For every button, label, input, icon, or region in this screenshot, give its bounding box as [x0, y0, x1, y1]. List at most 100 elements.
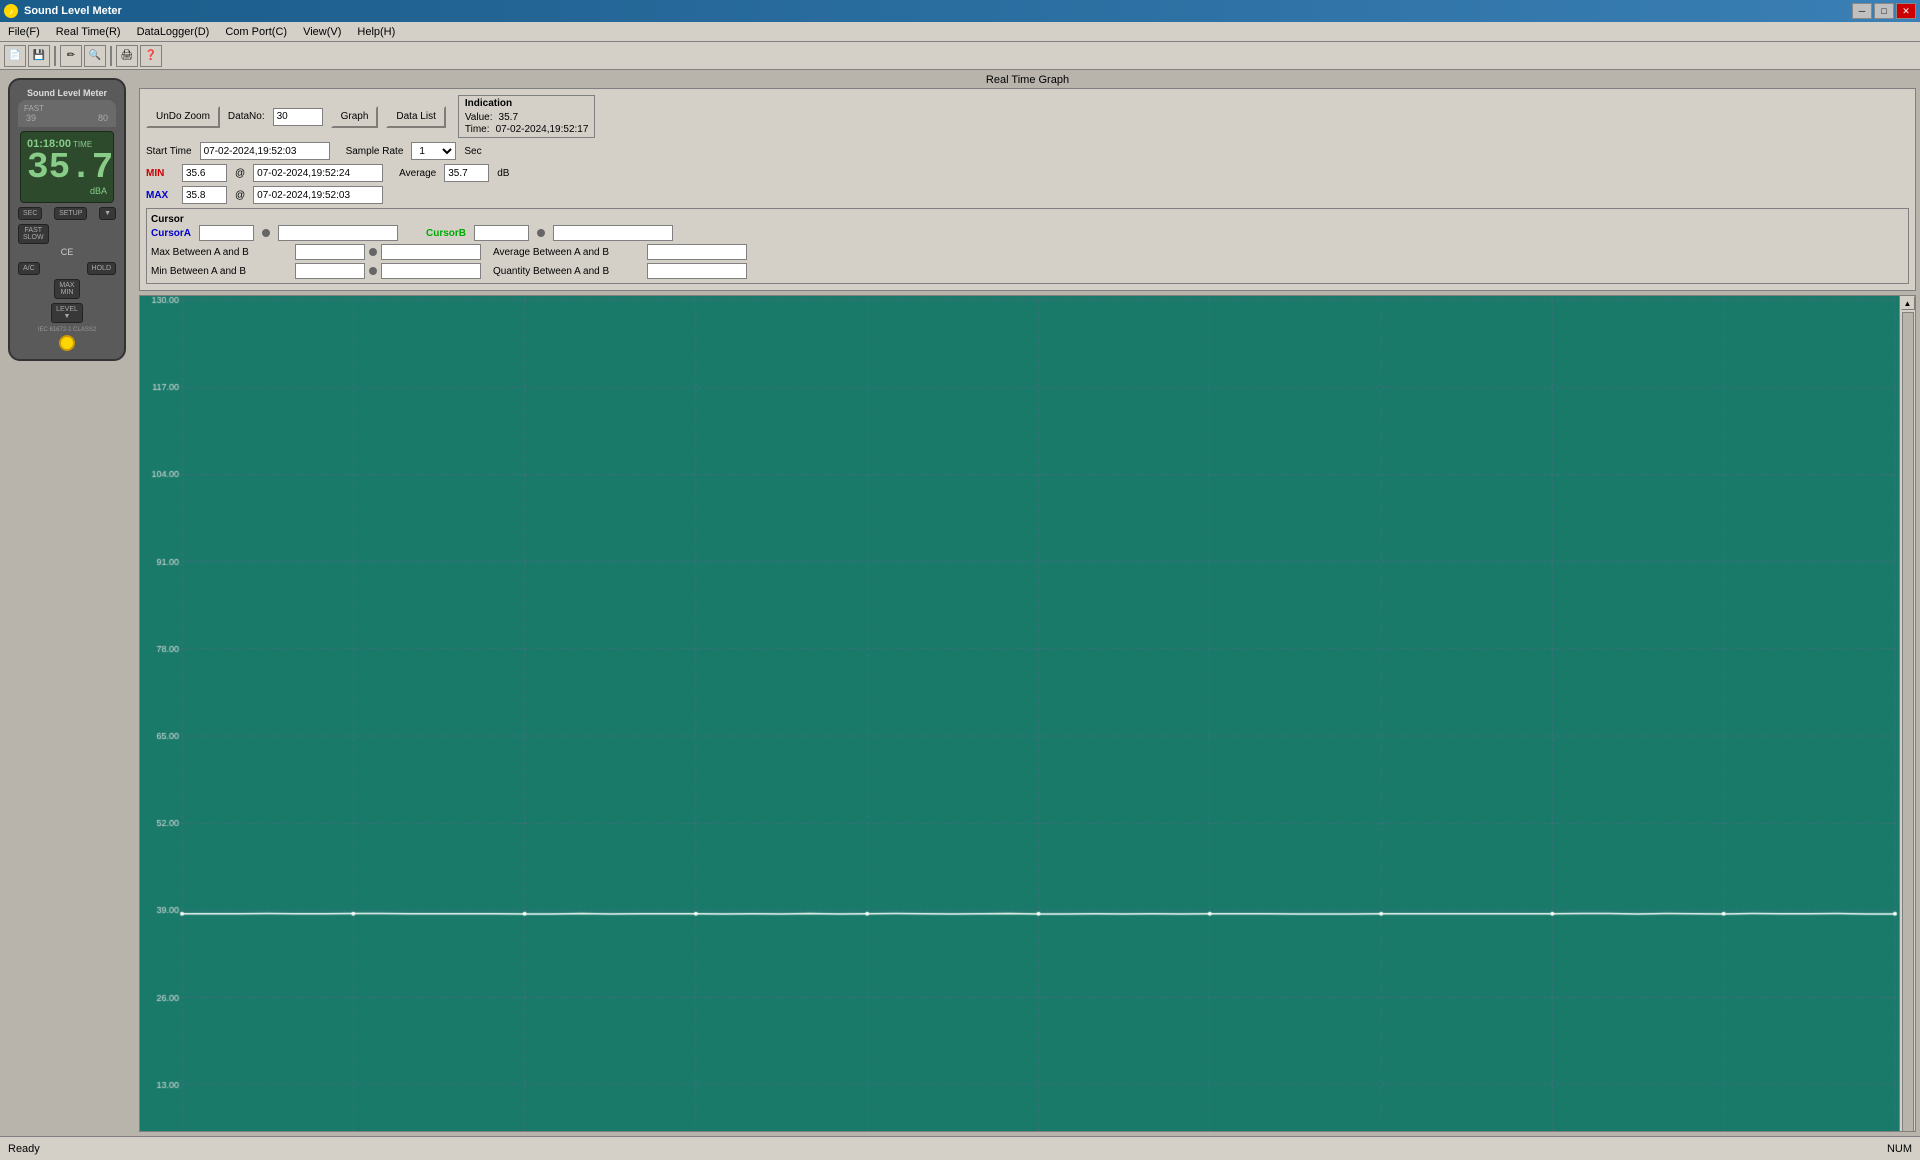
indication-time-row: Time: 07-02-2024,19:52:17	[465, 123, 589, 135]
cursor-row-main: CursorA CursorB	[151, 225, 1904, 241]
control-panel: UnDo Zoom DataNo: Graph Data List Indica…	[139, 88, 1916, 291]
menu-realtime[interactable]: Real Time(R)	[48, 24, 129, 40]
toolbar-edit[interactable]: ✏	[60, 45, 82, 67]
menu-help[interactable]: Help(H)	[349, 24, 403, 40]
graph-area: ▲ ▼ 19:52:03 19:52:09 19:52:15 19:52:21 …	[139, 295, 1916, 1132]
toolbar-new[interactable]: 📄	[4, 45, 26, 67]
close-button[interactable]: ✕	[1896, 3, 1916, 19]
graph-inner	[140, 296, 1899, 1132]
min-between-input[interactable]	[295, 263, 365, 279]
cursor-a-input2[interactable]	[278, 225, 398, 241]
cursor-a-label: CursorA	[151, 228, 191, 239]
datano-label: DataNo:	[228, 111, 265, 122]
device-name-label: Sound Level Meter	[18, 88, 116, 98]
slm-btn-hold[interactable]: HOLD	[87, 262, 116, 275]
right-panel: Real Time Graph UnDo Zoom DataNo: Graph …	[135, 70, 1920, 1136]
cursor-title: Cursor	[151, 214, 184, 225]
slm-power-row	[18, 335, 116, 351]
max-between-label: Max Between A and B	[151, 247, 291, 258]
cursor-a-input1[interactable]	[199, 225, 254, 241]
min-between-label: Min Between A and B	[151, 266, 291, 277]
datano-input[interactable]	[273, 108, 323, 126]
toolbar-print[interactable]: 🖨	[116, 45, 138, 67]
min-between-input2[interactable]	[381, 263, 481, 279]
toolbar-zoom[interactable]: 🔍	[84, 45, 106, 67]
main-content: Sound Level Meter FAST 39 80 01:18:00 TI…	[0, 70, 1920, 1136]
slm-btn-ac[interactable]: A/C	[18, 262, 40, 275]
scrollbar-v[interactable]: ▲ ▼	[1899, 296, 1915, 1132]
cursor-section: Cursor CursorA CursorB Max Between A and…	[146, 208, 1909, 284]
indication-title: Indication	[465, 98, 589, 109]
cursor-b-input2[interactable]	[553, 225, 673, 241]
toolbar-help[interactable]: ❓	[140, 45, 162, 67]
indication-value-label: Value:	[465, 112, 493, 123]
avg-between-label: Average Between A and B	[493, 247, 643, 258]
toolbar-sep1	[54, 46, 56, 66]
menu-comport[interactable]: Com Port(C)	[217, 24, 295, 40]
slm-left-num: 39	[26, 113, 36, 123]
slm-btn-row5: LEVEL▼	[18, 303, 116, 323]
avg-between-input[interactable]	[647, 244, 747, 260]
slm-btn-blank[interactable]: ▼	[99, 207, 116, 220]
slm-power-btn[interactable]	[59, 335, 75, 351]
start-time-label: Start Time	[146, 146, 192, 157]
graph-button[interactable]: Graph	[331, 106, 379, 128]
maximize-button[interactable]: □	[1874, 3, 1894, 19]
average-label: Average	[399, 168, 436, 179]
slm-btn-setup[interactable]: SETUP	[54, 207, 87, 220]
max-between-input[interactable]	[295, 244, 365, 260]
slm-fast-slow: FAST	[22, 104, 112, 113]
graph-title: Real Time Graph	[139, 74, 1916, 86]
qty-between-label: Quantity Between A and B	[493, 266, 643, 277]
minimize-button[interactable]: ─	[1852, 3, 1872, 19]
cursor-b-label: CursorB	[426, 228, 466, 239]
menu-datalogger[interactable]: DataLogger(D)	[129, 24, 218, 40]
max-value-input[interactable]	[182, 186, 227, 204]
menu-view[interactable]: View(V)	[295, 24, 349, 40]
qty-between-input[interactable]	[647, 263, 747, 279]
max-between-dot	[369, 248, 377, 256]
menu-file[interactable]: File(F)	[0, 24, 48, 40]
slm-device: Sound Level Meter FAST 39 80 01:18:00 TI…	[8, 78, 126, 361]
toolbar: 📄 💾 ✏ 🔍 🖨 ❓	[0, 42, 1920, 70]
graph-canvas[interactable]	[140, 296, 1899, 1132]
cursor-between-row1: Max Between A and B Average Between A an…	[151, 244, 1904, 260]
indication-value: 35.7	[499, 112, 518, 123]
graph-main: ▲ ▼	[140, 296, 1915, 1132]
slm-btn-fast-slow[interactable]: FASTSLOW	[18, 224, 49, 244]
toolbar-save[interactable]: 💾	[28, 45, 50, 67]
vscroll-up[interactable]: ▲	[1901, 296, 1915, 310]
slm-btn-level[interactable]: LEVEL▼	[51, 303, 83, 323]
indication-value-row: Value: 35.7	[465, 111, 589, 123]
min-label: MIN	[146, 168, 174, 179]
sample-rate-unit: Sec	[464, 146, 481, 157]
status-left: Ready	[8, 1143, 40, 1155]
start-time-input[interactable]	[200, 142, 330, 160]
average-value-input[interactable]	[444, 164, 489, 182]
max-label: MAX	[146, 190, 174, 201]
slm-big-num: 35.7	[27, 150, 107, 186]
slm-btn-row2: FASTSLOW	[18, 224, 116, 244]
slm-btn-row1: SEC SETUP ▼	[18, 207, 116, 220]
cursor-a-dot	[262, 229, 270, 237]
undo-zoom-button[interactable]: UnDo Zoom	[146, 106, 220, 128]
slm-btn-row3: A/C HOLD	[18, 262, 116, 275]
min-value-input[interactable]	[182, 164, 227, 182]
cursor-b-input1[interactable]	[474, 225, 529, 241]
slm-ce-mark: CE	[61, 247, 74, 257]
slm-btn-maxmin[interactable]: MAXMIN	[54, 279, 79, 299]
max-at: @	[235, 190, 245, 201]
status-right: NUM	[1887, 1143, 1912, 1155]
device-panel: Sound Level Meter FAST 39 80 01:18:00 TI…	[0, 70, 135, 1136]
max-time-input[interactable]	[253, 186, 383, 204]
datalist-button[interactable]: Data List	[386, 106, 445, 128]
sample-rate-select[interactable]: 1 2 5	[411, 142, 456, 160]
indication-time-value: 07-02-2024,19:52:17	[496, 124, 589, 135]
slm-btn-sec[interactable]: SEC	[18, 207, 42, 220]
vscroll-track[interactable]	[1902, 312, 1914, 1132]
control-row-4: MAX @	[146, 186, 1909, 204]
min-time-input[interactable]	[253, 164, 383, 182]
slm-num-row: 39 80	[22, 113, 112, 123]
max-between-input2[interactable]	[381, 244, 481, 260]
min-at: @	[235, 168, 245, 179]
